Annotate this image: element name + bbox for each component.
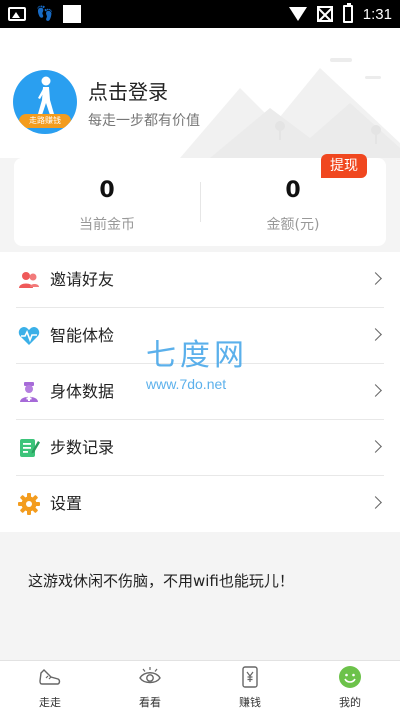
menu-item-step-records[interactable]: 步数记录	[0, 420, 400, 476]
nav-label: 赚钱	[239, 696, 261, 709]
avatar[interactable]: 走路赚钱	[13, 70, 77, 134]
wifi-icon	[288, 7, 307, 21]
no-signal-icon	[316, 6, 333, 22]
status-time: 1:31	[362, 5, 392, 23]
menu-item-invite-friends[interactable]: 邀请好友	[0, 252, 400, 308]
footprint-icon: 👣	[36, 6, 54, 22]
notification-icon	[63, 5, 82, 23]
menu-item-label: 邀请好友	[50, 270, 115, 289]
coins-label: 当前金币	[79, 217, 135, 233]
nav-label: 看看	[139, 696, 161, 709]
login-button[interactable]: 点击登录	[88, 76, 168, 105]
menu-item-health-check[interactable]: 智能体检	[0, 308, 400, 364]
menu-item-settings[interactable]: 设置	[0, 476, 400, 532]
stats-card: 0 当前金币 0 金额(元) 提现	[14, 154, 386, 246]
menu-item-label: 身体数据	[50, 382, 115, 401]
landscape-illustration	[180, 58, 400, 158]
people-icon	[19, 272, 39, 288]
menu-item-label: 步数记录	[50, 438, 115, 457]
chevron-right-icon	[369, 328, 382, 341]
image-icon	[8, 7, 26, 21]
status-bar: 👣 1:31	[0, 0, 400, 28]
promo-tagline: 这游戏休闲不伤脑，不用wifi也能玩儿！	[28, 572, 294, 590]
chevron-right-icon	[369, 384, 382, 397]
chevron-right-icon	[369, 440, 382, 453]
menu-item-label: 智能体检	[50, 326, 115, 345]
menu-item-body-data[interactable]: 身体数据	[0, 364, 400, 420]
nav-tab-mine[interactable]: 我的	[300, 661, 400, 710]
coins-stat[interactable]: 0 当前金币	[14, 158, 200, 246]
nav-tab-walk[interactable]: 走走	[0, 661, 100, 710]
menu-list: 邀请好友 智能体检 身体数据 步数记录 设置	[0, 252, 400, 532]
heartbeat-icon	[18, 327, 40, 345]
login-subtitle: 每走一步都有价值	[88, 113, 200, 129]
coins-value: 0	[99, 178, 115, 203]
nurse-icon	[20, 382, 38, 402]
menu-item-label: 设置	[50, 494, 83, 513]
gear-icon	[18, 493, 40, 515]
profile-header: 走路赚钱 点击登录 每走一步都有价值	[0, 28, 400, 158]
bottom-nav: 走走 看看 赚钱 我的	[0, 660, 400, 710]
nav-label: 我的	[339, 696, 361, 709]
amount-label: 金额(元)	[266, 217, 320, 233]
chevron-right-icon	[369, 496, 382, 509]
nav-tab-earn[interactable]: 赚钱	[200, 661, 300, 710]
nav-tab-watch[interactable]: 看看	[100, 661, 200, 710]
money-icon	[242, 666, 258, 688]
withdraw-button[interactable]: 提现	[321, 154, 367, 178]
avatar-badge: 走路赚钱	[19, 114, 71, 128]
nav-label: 走走	[39, 696, 61, 709]
eye-icon	[139, 667, 161, 684]
chevron-right-icon	[369, 272, 382, 285]
shoe-icon	[39, 669, 61, 685]
notebook-icon	[20, 439, 40, 457]
smile-icon	[339, 666, 361, 688]
amount-value: 0	[285, 178, 301, 203]
battery-icon	[342, 3, 353, 23]
